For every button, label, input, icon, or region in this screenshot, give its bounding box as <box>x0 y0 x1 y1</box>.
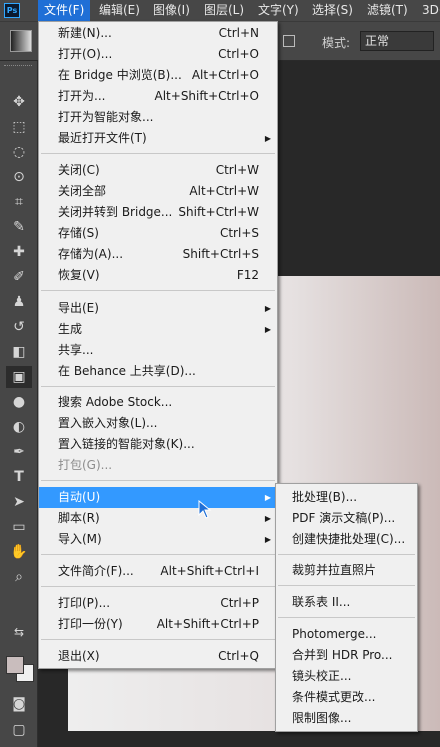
menu-item-open-as[interactable]: 打开为... Alt+Shift+Ctrl+O <box>39 86 277 107</box>
submenu-item-conditional-mode[interactable]: 条件模式更改... <box>276 687 417 708</box>
menu-item-browse-bridge[interactable]: 在 Bridge 中浏览(B)... Alt+Ctrl+O <box>39 65 277 86</box>
menu-separator <box>278 585 415 586</box>
submenu-item-crop-straighten[interactable]: 裁剪并拉直照片 <box>276 560 417 581</box>
menu-item-place-embedded[interactable]: 置入嵌入对象(L)... <box>39 413 277 434</box>
submenu-arrow-icon: ▶ <box>264 514 271 523</box>
crop-icon[interactable]: ⌗ <box>6 191 32 213</box>
menu-item-save[interactable]: 存储(S) Ctrl+S <box>39 223 277 244</box>
eyedropper-icon[interactable]: ✎ <box>6 216 32 238</box>
file-menu: 新建(N)... Ctrl+N 打开(O)... Ctrl+O 在 Bridge 中… <box>38 21 278 669</box>
marquee-icon[interactable]: ⬚ <box>6 116 32 138</box>
submenu-arrow-icon: ▶ <box>264 134 271 143</box>
gradient-style-icon[interactable] <box>283 35 295 47</box>
submenu-arrow-icon: ▶ <box>264 535 271 544</box>
mouse-cursor-icon <box>198 500 212 519</box>
brush-icon[interactable]: ✐ <box>6 266 32 288</box>
menu-item-search-adobe-stock[interactable]: 搜索 Adobe Stock... <box>39 392 277 413</box>
menu-separator <box>41 639 275 640</box>
submenu-item-batch[interactable]: 批处理(B)... <box>276 487 417 508</box>
menu-filter[interactable]: 滤镜(T) <box>361 0 414 21</box>
menu-item-close[interactable]: 关闭(C) Ctrl+W <box>39 160 277 181</box>
mode-label: 模式: <box>322 36 351 50</box>
menu-item-share-behance[interactable]: 在 Behance 上共享(D)... <box>39 361 277 382</box>
photoshop-logo-icon: Ps <box>4 3 20 18</box>
menu-separator <box>41 480 275 481</box>
menu-separator <box>41 386 275 387</box>
menu-item-export[interactable]: 导出(E) ▶ <box>39 298 277 319</box>
move-icon[interactable]: ✥ <box>6 91 32 113</box>
menu-item-revert[interactable]: 恢复(V) F12 <box>39 265 277 286</box>
submenu-item-pdf-presentation[interactable]: PDF 演示文稿(P)... <box>276 508 417 529</box>
menu-edit[interactable]: 编辑(E) <box>93 0 146 21</box>
foreground-color-swatch[interactable] <box>6 656 24 674</box>
menu-item-print[interactable]: 打印(P)... Ctrl+P <box>39 593 277 614</box>
gradient-icon[interactable]: ▣ <box>6 366 32 388</box>
screen-mode-icon[interactable]: ▢ <box>6 719 32 741</box>
panel-grip[interactable] <box>4 65 32 70</box>
menu-bar: Ps 文件(F) 编辑(E) 图像(I) 图层(L) 文字(Y) 选择(S) 滤… <box>0 0 440 21</box>
submenu-item-lens-correction[interactable]: 镜头校正... <box>276 666 417 687</box>
quick-mask-icon[interactable]: ◙ <box>6 693 32 715</box>
menu-layer[interactable]: 图层(L) <box>198 0 250 21</box>
type-icon[interactable]: T <box>6 466 32 488</box>
menu-type[interactable]: 文字(Y) <box>252 0 305 21</box>
zoom-icon[interactable]: ⌕ <box>6 566 32 588</box>
gradient-preset-icon[interactable] <box>10 30 32 52</box>
menu-image[interactable]: 图像(I) <box>147 0 196 21</box>
menu-item-save-as[interactable]: 存储为(A)... Shift+Ctrl+S <box>39 244 277 265</box>
healing-brush-icon[interactable]: ✚ <box>6 241 32 263</box>
menu-item-recent-files[interactable]: 最近打开文件(T) ▶ <box>39 128 277 149</box>
submenu-arrow-icon: ▶ <box>264 325 271 334</box>
lasso-icon[interactable]: ◌ <box>6 141 32 163</box>
menu-separator <box>41 153 275 154</box>
menu-separator <box>278 617 415 618</box>
clone-stamp-icon[interactable]: ♟ <box>6 291 32 313</box>
submenu-arrow-icon: ▶ <box>264 493 271 502</box>
menu-item-generate[interactable]: 生成 ▶ <box>39 319 277 340</box>
menu-separator <box>41 586 275 587</box>
hand-icon[interactable]: ✋ <box>6 541 32 563</box>
menu-item-open-smart-object[interactable]: 打开为智能对象... <box>39 107 277 128</box>
menu-item-share[interactable]: 共享... <box>39 340 277 361</box>
submenu-item-merge-hdr[interactable]: 合并到 HDR Pro... <box>276 645 417 666</box>
menu-item-automate[interactable]: 自动(U) ▶ <box>39 487 277 508</box>
submenu-arrow-icon: ▶ <box>264 304 271 313</box>
menu-3d[interactable]: 3D( <box>416 0 440 21</box>
eraser-icon[interactable]: ◧ <box>6 341 32 363</box>
menu-separator <box>41 554 275 555</box>
menu-item-scripts[interactable]: 脚本(R) ▶ <box>39 508 277 529</box>
menu-item-close-go-bridge[interactable]: 关闭并转到 Bridge... Shift+Ctrl+W <box>39 202 277 223</box>
menu-item-place-linked[interactable]: 置入链接的智能对象(K)... <box>39 434 277 455</box>
menu-file[interactable]: 文件(F) <box>38 0 91 21</box>
default-colors-icon[interactable]: ⇆ <box>6 621 32 643</box>
quick-select-icon[interactable]: ⊙ <box>6 166 32 188</box>
menu-item-file-info[interactable]: 文件简介(F)... Alt+Shift+Ctrl+I <box>39 561 277 582</box>
menu-item-exit[interactable]: 退出(X) Ctrl+Q <box>39 646 277 667</box>
pen-icon[interactable]: ✒ <box>6 441 32 463</box>
submenu-item-contact-sheet[interactable]: 联系表 II... <box>276 592 417 613</box>
history-brush-icon[interactable]: ↺ <box>6 316 32 338</box>
menu-item-open[interactable]: 打开(O)... Ctrl+O <box>39 44 277 65</box>
menu-item-import[interactable]: 导入(M) ▶ <box>39 529 277 550</box>
dodge-icon[interactable]: ◐ <box>6 416 32 438</box>
menu-select[interactable]: 选择(S) <box>306 0 359 21</box>
blur-icon[interactable]: ● <box>6 391 32 413</box>
submenu-item-photomerge[interactable]: Photomerge... <box>276 624 417 645</box>
automate-submenu: 批处理(B)... PDF 演示文稿(P)... 创建快捷批处理(C)... 裁… <box>275 483 418 732</box>
menu-separator <box>41 290 275 291</box>
menu-item-package: 打包(G)... <box>58 458 113 472</box>
menu-separator <box>278 554 415 555</box>
submenu-item-fit-image[interactable]: 限制图像... <box>276 708 417 729</box>
tools-panel: ✥ ⬚ ◌ ⊙ ⌗ ✎ ✚ ✐ ♟ ↺ ◧ ▣ ● ◐ ✒ T ➤ ▭ ✋ ⌕ … <box>0 61 38 747</box>
menu-item-print-one-copy[interactable]: 打印一份(Y) Alt+Shift+Ctrl+P <box>39 614 277 635</box>
menu-item-close-all[interactable]: 关闭全部 Alt+Ctrl+W <box>39 181 277 202</box>
rectangle-icon[interactable]: ▭ <box>6 516 32 538</box>
path-select-icon[interactable]: ➤ <box>6 491 32 513</box>
mode-select[interactable]: 正常 <box>360 31 434 51</box>
submenu-item-create-droplet[interactable]: 创建快捷批处理(C)... <box>276 529 417 550</box>
menu-item-new[interactable]: 新建(N)... Ctrl+N <box>39 23 277 44</box>
